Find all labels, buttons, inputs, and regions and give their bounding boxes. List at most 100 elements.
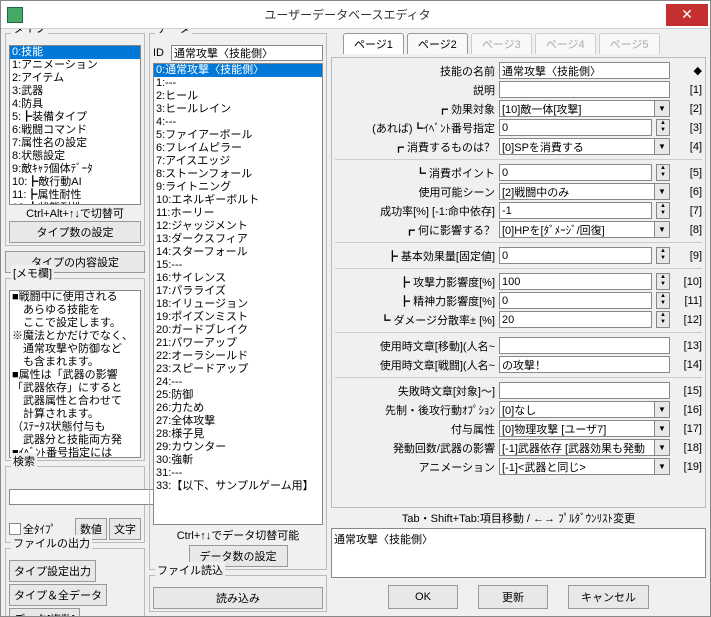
page-tab[interactable]: ページ1 (343, 33, 404, 54)
data-item[interactable]: 2:ヒール (154, 90, 322, 103)
type-item[interactable]: 1:アニメーション (10, 59, 140, 72)
type-item[interactable]: 9:敵ｷｬﾗ個体ﾃﾞｰﾀ (10, 163, 140, 176)
all-type-checkbox[interactable] (9, 523, 21, 535)
property-combo[interactable] (499, 183, 654, 200)
property-combo[interactable] (499, 458, 654, 475)
property-number-input[interactable] (499, 292, 652, 309)
dropdown-icon[interactable]: ▼ (654, 401, 670, 418)
property-combo[interactable] (499, 221, 654, 238)
data-item[interactable]: 0:通常攻撃〈技能側〉 (154, 64, 322, 77)
file-output-button[interactable]: タイプ＆全データ (9, 584, 107, 606)
property-combo[interactable] (499, 138, 654, 155)
data-item[interactable]: 13:ダークスフィア (154, 233, 322, 246)
spinner-icon[interactable]: ▲▼ (656, 247, 670, 264)
data-item[interactable]: 28:様子見 (154, 428, 322, 441)
spinner-icon[interactable]: ▲▼ (656, 311, 670, 328)
data-item[interactable]: 19:ポイズンミスト (154, 311, 322, 324)
property-number-input[interactable] (499, 273, 652, 290)
dropdown-icon[interactable]: ▼ (654, 100, 670, 117)
property-text-input[interactable] (499, 62, 670, 79)
spinner-icon[interactable]: ▲▼ (656, 292, 670, 309)
data-item[interactable]: 9:ライトニング (154, 181, 322, 194)
type-count-button[interactable]: タイプ数の設定 (9, 221, 141, 243)
data-item[interactable]: 27:全体攻撃 (154, 415, 322, 428)
data-item[interactable]: 22:オーラシールド (154, 350, 322, 363)
cancel-button[interactable]: キャンセル (568, 585, 649, 609)
property-text-input[interactable] (499, 382, 670, 399)
data-item[interactable]: 12:ジャッジメント (154, 220, 322, 233)
dropdown-icon[interactable]: ▼ (654, 458, 670, 475)
spinner-icon[interactable]: ▲▼ (656, 273, 670, 290)
type-item[interactable]: 3:武器 (10, 85, 140, 98)
type-item[interactable]: 6:戦闘コマンド (10, 124, 140, 137)
data-item[interactable]: 26:力ため (154, 402, 322, 415)
data-item[interactable]: 17:パラライズ (154, 285, 322, 298)
data-item[interactable]: 5:ファイアーボール (154, 129, 322, 142)
property-text-input[interactable] (499, 337, 670, 354)
dropdown-icon[interactable]: ▼ (654, 420, 670, 437)
type-item[interactable]: 8:状態設定 (10, 150, 140, 163)
spinner-icon[interactable]: ▲▼ (656, 164, 670, 181)
property-number-input[interactable] (499, 311, 652, 328)
data-item[interactable]: 20:ガードブレイク (154, 324, 322, 337)
file-load-button[interactable]: 読み込み (153, 587, 323, 609)
id-input[interactable] (171, 45, 323, 61)
string-button[interactable]: 文字 (109, 518, 141, 540)
data-item[interactable]: 8:ストーンフォール (154, 168, 322, 181)
data-item[interactable]: 7:アイスエッジ (154, 155, 322, 168)
data-item[interactable]: 11:ホーリー (154, 207, 322, 220)
search-input[interactable] (9, 489, 157, 505)
dropdown-icon[interactable]: ▼ (654, 138, 670, 155)
property-combo[interactable] (499, 439, 654, 456)
data-item[interactable]: 10:エネルギーボルト (154, 194, 322, 207)
property-text-input[interactable] (499, 356, 670, 373)
data-listbox[interactable]: 0:通常攻撃〈技能側〉1:---2:ヒール3:ヒールレイン4:---5:ファイア… (153, 63, 323, 525)
type-item[interactable]: 5:┣装備タイプ (10, 111, 140, 124)
type-item[interactable]: 0:技能 (10, 46, 140, 59)
property-combo[interactable] (499, 100, 654, 117)
data-item[interactable]: 24:--- (154, 376, 322, 389)
file-output-button[interactable]: データ[複数] (9, 608, 80, 616)
property-number-input[interactable] (499, 164, 652, 181)
property-number-input[interactable] (499, 119, 652, 136)
data-item[interactable]: 3:ヒールレイン (154, 103, 322, 116)
data-item[interactable]: 18:イリュージョン (154, 298, 322, 311)
data-item[interactable]: 14:スターフォール (154, 246, 322, 259)
spinner-icon[interactable]: ▲▼ (656, 119, 670, 136)
file-input-group: ファイル読込 読み込み (149, 575, 327, 612)
data-item[interactable]: 29:カウンター (154, 441, 322, 454)
spinner-icon[interactable]: ▲▼ (656, 202, 670, 219)
property-number-input[interactable] (499, 202, 652, 219)
memo-textarea[interactable]: ■戦闘中に使用される あらゆる技能を ここで設定します。※魔法とかだけでなく、 … (9, 290, 141, 458)
type-listbox[interactable]: 0:技能1:アニメーション2:アイテム3:武器4:防具5:┣装備タイプ6:戦闘コ… (9, 45, 141, 205)
data-item[interactable]: 15:--- (154, 259, 322, 272)
data-item[interactable]: 21:パワーアップ (154, 337, 322, 350)
ok-button[interactable]: OK (388, 585, 458, 609)
type-item[interactable]: 11:┣属性耐性 (10, 189, 140, 202)
close-button[interactable]: ✕ (666, 4, 708, 26)
data-item[interactable]: 1:--- (154, 77, 322, 90)
data-item[interactable]: 23:スピードアップ (154, 363, 322, 376)
file-output-button[interactable]: タイプ設定出力 (9, 560, 96, 582)
property-combo[interactable] (499, 420, 654, 437)
data-item[interactable]: 16:サイレンス (154, 272, 322, 285)
page-tab[interactable]: ページ2 (407, 33, 468, 54)
data-item[interactable]: 33:【以下、サンプルゲーム用】 (154, 480, 322, 493)
dropdown-icon[interactable]: ▼ (654, 221, 670, 238)
data-item[interactable]: 25:防御 (154, 389, 322, 402)
type-item[interactable]: 4:防具 (10, 98, 140, 111)
update-button[interactable]: 更新 (478, 585, 548, 609)
property-row: ┏ 消費するものは？▼[4] (335, 137, 702, 156)
property-combo[interactable] (499, 401, 654, 418)
type-item[interactable]: 10:┣敵行動AI (10, 176, 140, 189)
property-text-input[interactable] (499, 81, 670, 98)
dropdown-icon[interactable]: ▼ (654, 183, 670, 200)
data-item[interactable]: 4:--- (154, 116, 322, 129)
type-item[interactable]: 7:属性名の設定 (10, 137, 140, 150)
data-item[interactable]: 31:--- (154, 467, 322, 480)
property-number-input[interactable] (499, 247, 652, 264)
data-item[interactable]: 30:強斬 (154, 454, 322, 467)
data-item[interactable]: 6:フレイムピラー (154, 142, 322, 155)
type-item[interactable]: 2:アイテム (10, 72, 140, 85)
dropdown-icon[interactable]: ▼ (654, 439, 670, 456)
